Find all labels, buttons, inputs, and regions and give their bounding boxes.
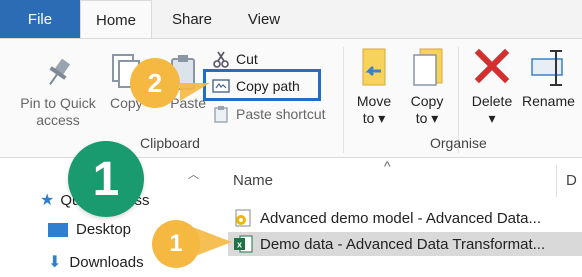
rename-button[interactable]: Rename <box>522 47 582 110</box>
nav-desktop-label: Desktop <box>76 221 132 238</box>
copy-path-highlight <box>203 69 321 101</box>
delete-label: Delete <box>471 93 513 109</box>
column-header-date[interactable]: D <box>566 172 577 189</box>
rename-icon <box>531 50 563 86</box>
chevron-down-icon: ▾ <box>431 110 439 126</box>
delete-button[interactable]: Delete ▾ <box>466 47 518 127</box>
column-separator[interactable] <box>556 165 557 197</box>
svg-text:x: x <box>237 240 242 250</box>
pin-label-line2: access <box>36 112 80 128</box>
nav-downloads-label: Downloads <box>69 253 144 271</box>
ribbon-tab-bar: File Home Share View <box>0 0 582 39</box>
tab-file[interactable]: File <box>0 0 80 38</box>
scroll-up-chevron-icon[interactable]: ︿ <box>188 166 202 181</box>
file-name: Advanced demo model - Advanced Data... <box>260 209 542 227</box>
copy-to-icon <box>413 48 443 86</box>
paste-shortcut-icon <box>214 106 228 123</box>
organise-group-label: Organise <box>430 135 487 151</box>
rename-label: Rename <box>522 93 575 109</box>
chevron-down-icon: ▾ <box>488 110 496 126</box>
tab-share[interactable]: Share <box>160 0 224 38</box>
group-separator <box>343 47 344 153</box>
star-icon: ★ <box>40 192 55 209</box>
download-arrow-icon: ⬇ <box>48 254 62 271</box>
nav-item-downloads[interactable]: ⬇ Downloads <box>48 252 144 272</box>
tab-home[interactable]: Home <box>80 0 152 39</box>
paste-shortcut-button[interactable]: Paste shortcut <box>212 102 326 126</box>
excel-file-icon: x <box>234 235 253 253</box>
sort-caret-icon: ^ <box>384 158 391 174</box>
chevron-down-icon: ▾ <box>378 110 386 126</box>
ribbon-home: Pin to Quick access Copy Paste Cut Copy … <box>0 38 582 158</box>
delete-x-icon <box>474 48 510 84</box>
desktop-icon <box>48 222 68 237</box>
column-header-name[interactable]: Name <box>233 172 273 189</box>
move-to-icon <box>362 48 386 86</box>
cut-button[interactable]: Cut <box>212 47 258 71</box>
scissors-icon <box>213 51 229 68</box>
copy-to-label-line2: to ▾ <box>415 110 439 126</box>
move-to-label-line1: Move <box>356 93 392 109</box>
file-row-selected[interactable]: x Demo data - Advanced Data Transformat.… <box>228 232 582 256</box>
file-name: Demo data - Advanced Data Transformat... <box>260 235 546 253</box>
tab-view[interactable]: View <box>236 0 292 38</box>
clipboard-group-label: Clipboard <box>140 135 200 151</box>
move-to-button[interactable]: Move to ▾ <box>350 47 398 127</box>
step-2-badge: 2 <box>130 58 180 108</box>
pin-label-line1: Pin to Quick <box>20 95 96 111</box>
excel-macro-file-icon <box>235 209 251 227</box>
step-1-small-badge: 1 <box>152 220 200 268</box>
paste-shortcut-label: Paste shortcut <box>236 106 326 122</box>
step-1-big-badge: 1 <box>68 141 144 217</box>
delete-dropdown-caret[interactable]: ▾ <box>466 110 518 127</box>
pin-icon <box>49 58 71 86</box>
pin-to-quick-access-button[interactable]: Pin to Quick access <box>10 53 106 129</box>
cut-label: Cut <box>236 51 258 67</box>
copy-to-label-line1: Copy <box>410 93 444 109</box>
nav-item-desktop[interactable]: Desktop <box>48 221 131 238</box>
copy-to-button[interactable]: Copy to ▾ <box>402 47 452 127</box>
move-to-label-line2: to ▾ <box>362 110 386 126</box>
file-row[interactable]: Advanced demo model - Advanced Data... <box>228 206 582 230</box>
